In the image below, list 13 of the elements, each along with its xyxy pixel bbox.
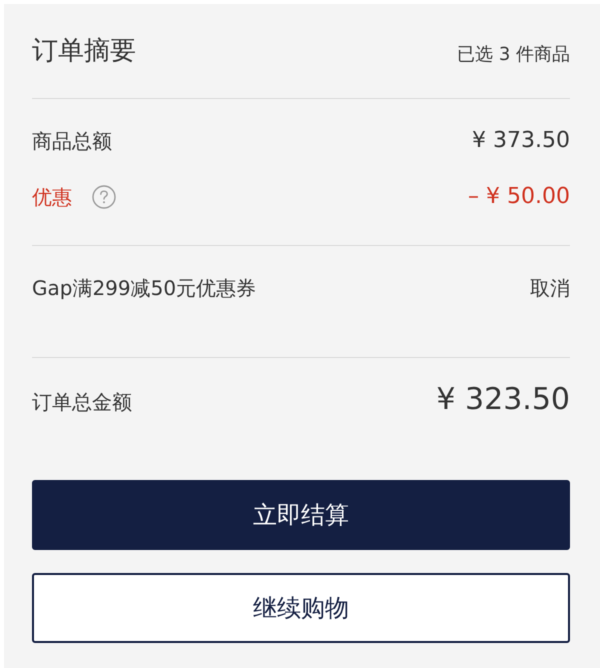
selected-count: 已选 3 件商品 — [457, 43, 570, 67]
help-icon[interactable] — [92, 185, 116, 209]
subtotal-label: 商品总额 — [32, 128, 112, 155]
discount-label: 优惠 — [32, 184, 72, 211]
order-total-amount: ¥ 323.50 — [436, 381, 570, 419]
checkout-button[interactable]: 立即结算 — [32, 480, 570, 550]
order-total-label: 订单总金额 — [32, 389, 132, 416]
summary-title: 订单摘要 — [32, 35, 136, 67]
subtotal-amount: ¥ 373.50 — [472, 127, 570, 155]
coupon-name: Gap满299减50元优惠券 — [32, 275, 256, 302]
continue-shopping-button[interactable]: 继续购物 — [32, 573, 570, 643]
discount-amount: – ¥ 50.00 — [468, 183, 570, 211]
cancel-link[interactable]: 取消 — [530, 274, 570, 302]
